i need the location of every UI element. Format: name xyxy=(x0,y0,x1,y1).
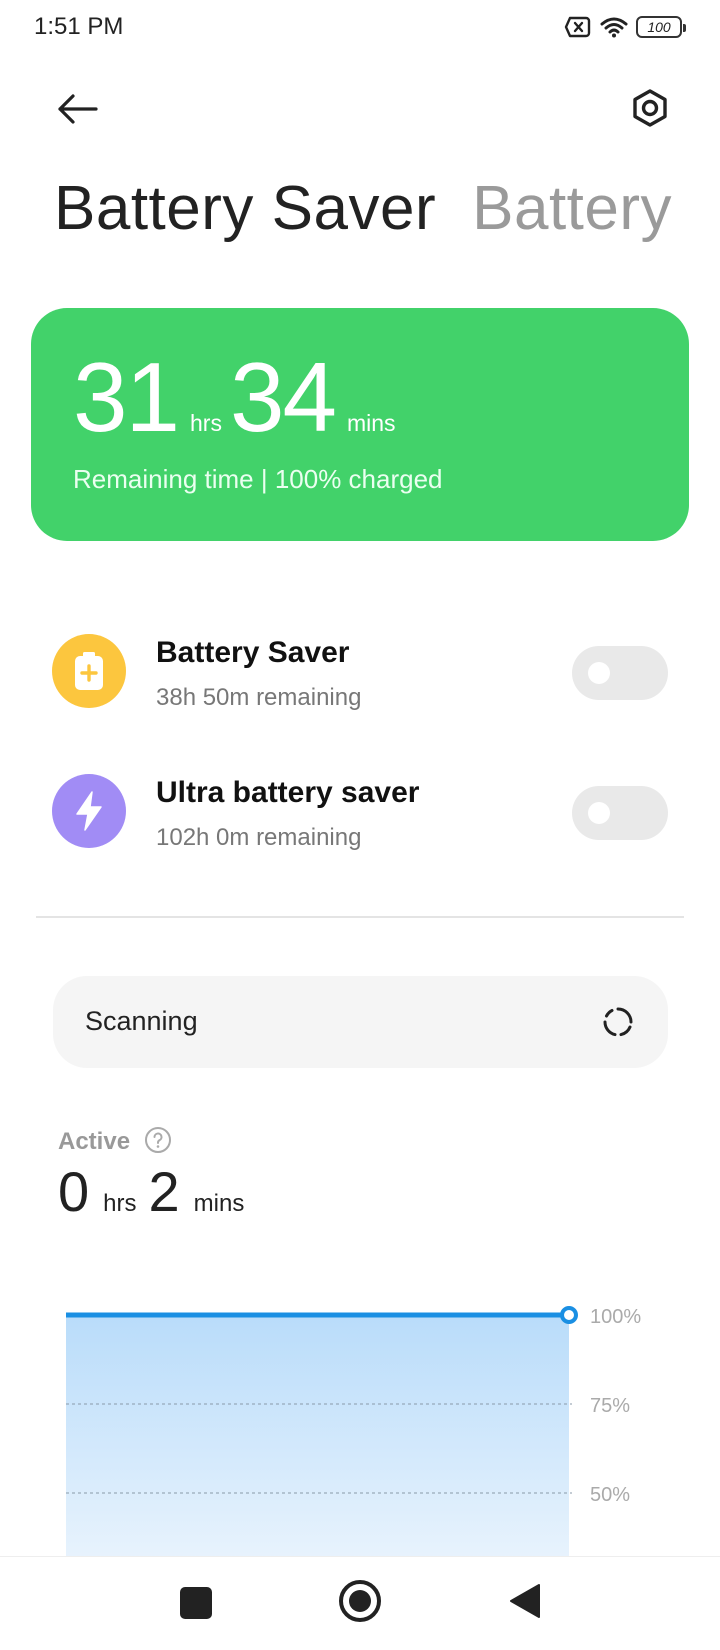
active-minutes: 2 xyxy=(148,1160,180,1223)
y-tick-label: 75% xyxy=(590,1395,630,1417)
lightning-icon xyxy=(76,791,102,831)
tab-battery-saver[interactable]: Battery Saver xyxy=(54,178,436,240)
gear-icon xyxy=(633,89,667,127)
ultra-saver-icon-badge xyxy=(52,774,126,848)
y-tick-label: 50% xyxy=(590,1484,630,1506)
status-icons: 100 xyxy=(564,14,686,40)
navigation-bar xyxy=(0,1556,720,1650)
data-point xyxy=(560,1306,578,1324)
battery-icon: 100 xyxy=(636,16,686,38)
no-sim-icon xyxy=(564,16,591,38)
battery-saver-row[interactable]: Battery Saver 38h 50m remaining xyxy=(52,628,672,711)
arrow-left-icon xyxy=(58,94,98,124)
battery-saver-subtitle: 38h 50m remaining xyxy=(156,684,362,711)
remaining-minutes: 34 xyxy=(229,342,337,452)
battery-saver-icon-badge xyxy=(52,634,126,708)
status-time: 1:51 PM xyxy=(34,13,124,40)
remaining-time-card: 31 hrs 34 mins Remaining time | 100% cha… xyxy=(31,308,689,541)
ultra-saver-subtitle: 102h 0m remaining xyxy=(156,824,362,851)
toggle-knob xyxy=(588,802,610,824)
tab-battery[interactable]: Battery xyxy=(472,178,672,240)
scan-card[interactable]: Scanning xyxy=(53,976,668,1068)
ultra-saver-toggle[interactable] xyxy=(572,786,668,840)
y-tick-label: 100% xyxy=(590,1306,641,1328)
section-divider xyxy=(36,916,684,918)
battery-level-chart: 100% 75% 50% xyxy=(66,1306,641,1560)
hours-unit: hrs xyxy=(190,410,222,436)
loading-spinner-icon xyxy=(603,1007,633,1037)
active-label: Active xyxy=(58,1128,131,1155)
wifi-icon xyxy=(600,17,628,38)
remaining-hours: 31 xyxy=(73,342,180,452)
help-icon[interactable] xyxy=(144,1126,172,1154)
battery-saver-toggle[interactable] xyxy=(572,646,668,700)
tab-bar: Battery Saver Battery xyxy=(54,178,672,240)
triangle-back-icon[interactable] xyxy=(505,1581,545,1621)
circle-icon[interactable] xyxy=(338,1579,382,1623)
minutes-unit: mins xyxy=(346,410,396,436)
ultra-battery-saver-row[interactable]: Ultra battery saver 102h 0m remaining xyxy=(52,768,672,851)
toggle-knob xyxy=(588,662,610,684)
battery-plus-icon xyxy=(75,652,103,690)
status-bar: 1:51 PM 100 xyxy=(0,0,720,56)
active-minutes-unit: mins xyxy=(193,1190,245,1217)
chart-area xyxy=(66,1315,569,1560)
square-icon[interactable] xyxy=(180,1587,212,1619)
active-hours: 0 xyxy=(58,1160,90,1223)
back-button[interactable] xyxy=(52,84,102,134)
active-hours-unit: hrs xyxy=(103,1190,137,1217)
remaining-subtitle: Remaining time | 100% charged xyxy=(73,464,443,494)
scan-label: Scanning xyxy=(85,1006,198,1036)
ultra-saver-title: Ultra battery saver xyxy=(156,776,420,809)
remaining-time: 31 hrs 34 mins xyxy=(73,348,404,446)
active-time: 0 hrs 2 mins xyxy=(58,1164,256,1220)
battery-saver-title: Battery Saver xyxy=(156,636,350,669)
settings-button[interactable] xyxy=(626,84,674,132)
